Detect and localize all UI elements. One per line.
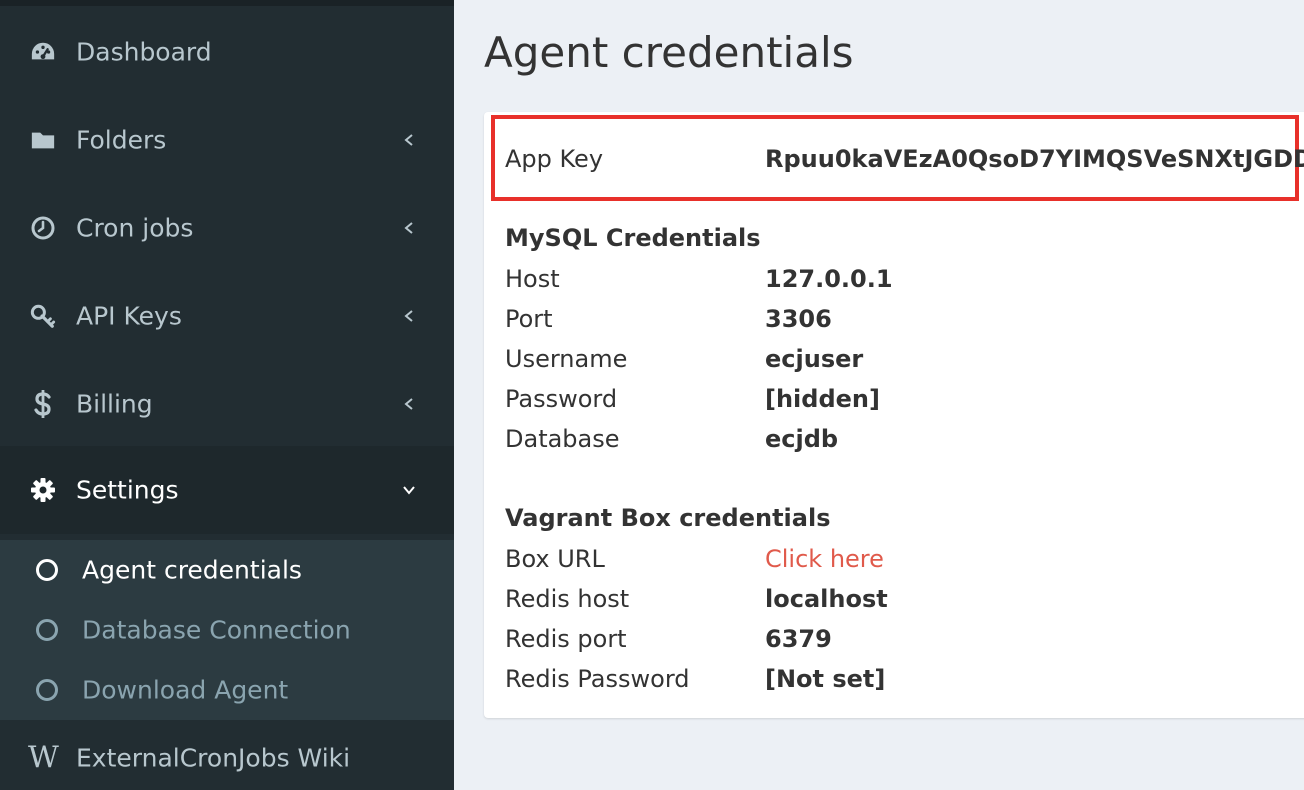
field-value: ecjuser: [765, 345, 864, 373]
field-label: Password: [505, 385, 618, 413]
sidebar-item-dashboard[interactable]: Dashboard: [0, 8, 454, 96]
circle-icon: [36, 619, 58, 641]
chevron-down-icon: [403, 486, 415, 495]
mysql-row-username: Username ecjuser: [505, 339, 1285, 379]
field-value: localhost: [765, 585, 888, 613]
field-value: 6379: [765, 625, 832, 653]
field-value: [Not set]: [765, 665, 886, 693]
sidebar-item-billing[interactable]: Billing: [0, 360, 454, 448]
vagrant-row-redis-port: Redis port 6379: [505, 619, 1285, 659]
vagrant-row-redis-password: Redis Password [Not set]: [505, 659, 1285, 699]
submenu-item-label: Database Connection: [82, 615, 351, 645]
sidebar-item-label: Folders: [76, 125, 167, 155]
vagrant-row-box-url: Box URL Click here: [505, 539, 1285, 579]
box-url-link[interactable]: Click here: [765, 545, 884, 573]
sidebar-item-api-keys[interactable]: API Keys: [0, 272, 454, 360]
mysql-section-title: MySQL Credentials: [505, 224, 761, 252]
sidebar-item-cron-jobs[interactable]: Cron jobs: [0, 184, 454, 272]
field-label: Port: [505, 305, 553, 333]
mysql-row-database: Database ecjdb: [505, 419, 1285, 459]
mysql-row-port: Port 3306: [505, 299, 1285, 339]
circle-icon: [36, 679, 58, 701]
mysql-row-host: Host 127.0.0.1: [505, 259, 1285, 299]
field-label: Redis port: [505, 625, 627, 653]
field-label: Redis Password: [505, 665, 690, 693]
sidebar-item-label: Cron jobs: [76, 213, 194, 243]
field-label: Redis host: [505, 585, 630, 613]
submenu-item-label: Agent credentials: [82, 555, 302, 585]
app-key-label: App Key: [505, 145, 604, 173]
app-key-value: Rpuu0kaVEzA0QsoD7YIMQSVeSNXtJGDD: [765, 145, 1304, 173]
sidebar-item-folders[interactable]: Folders: [0, 96, 454, 184]
field-label: Username: [505, 345, 628, 373]
field-label: Box URL: [505, 545, 605, 573]
chevron-left-icon: [404, 310, 413, 322]
app-key-row: App Key Rpuu0kaVEzA0QsoD7YIMQSVeSNXtJGDD: [505, 139, 1304, 179]
circle-icon: [36, 559, 58, 581]
folder-icon: [30, 127, 56, 153]
field-label: Database: [505, 425, 620, 453]
wikipedia-icon: W: [28, 740, 59, 776]
submenu-item-label: Download Agent: [82, 675, 289, 705]
key-icon: [30, 303, 56, 329]
vagrant-section-title: Vagrant Box credentials: [505, 504, 831, 532]
submenu-item-download-agent[interactable]: Download Agent: [0, 660, 454, 720]
chevron-left-icon: [404, 134, 413, 146]
sidebar-item-label: Dashboard: [76, 37, 212, 67]
page-title: Agent credentials: [484, 28, 854, 77]
sidebar-item-settings[interactable]: Settings: [0, 446, 454, 534]
dollar-icon: [30, 390, 56, 418]
gear-icon: [30, 477, 56, 503]
submenu-item-database-connection[interactable]: Database Connection: [0, 600, 454, 660]
field-value: 3306: [765, 305, 832, 333]
submenu-item-agent-credentials[interactable]: Agent credentials: [0, 540, 454, 600]
sidebar-item-wiki[interactable]: W ExternalCronJobs Wiki: [0, 720, 454, 790]
field-value: [hidden]: [765, 385, 880, 413]
sidebar-item-label: Billing: [76, 389, 153, 419]
field-value: 127.0.0.1: [765, 265, 893, 293]
mysql-row-password: Password [hidden]: [505, 379, 1285, 419]
dashboard-icon: [30, 39, 56, 65]
chevron-left-icon: [404, 222, 413, 234]
field-value: ecjdb: [765, 425, 839, 453]
clock-icon: [30, 215, 56, 241]
sidebar-item-label: ExternalCronJobs Wiki: [76, 743, 351, 773]
chevron-left-icon: [404, 398, 413, 410]
field-label: Host: [505, 265, 560, 293]
settings-submenu: Agent credentials Database Connection Do…: [0, 540, 454, 720]
sidebar-item-label: Settings: [76, 475, 179, 505]
sidebar-item-label: API Keys: [76, 301, 182, 331]
vagrant-row-redis-host: Redis host localhost: [505, 579, 1285, 619]
sidebar: Dashboard Folders Cron jobs API Keys Bil…: [0, 0, 454, 790]
